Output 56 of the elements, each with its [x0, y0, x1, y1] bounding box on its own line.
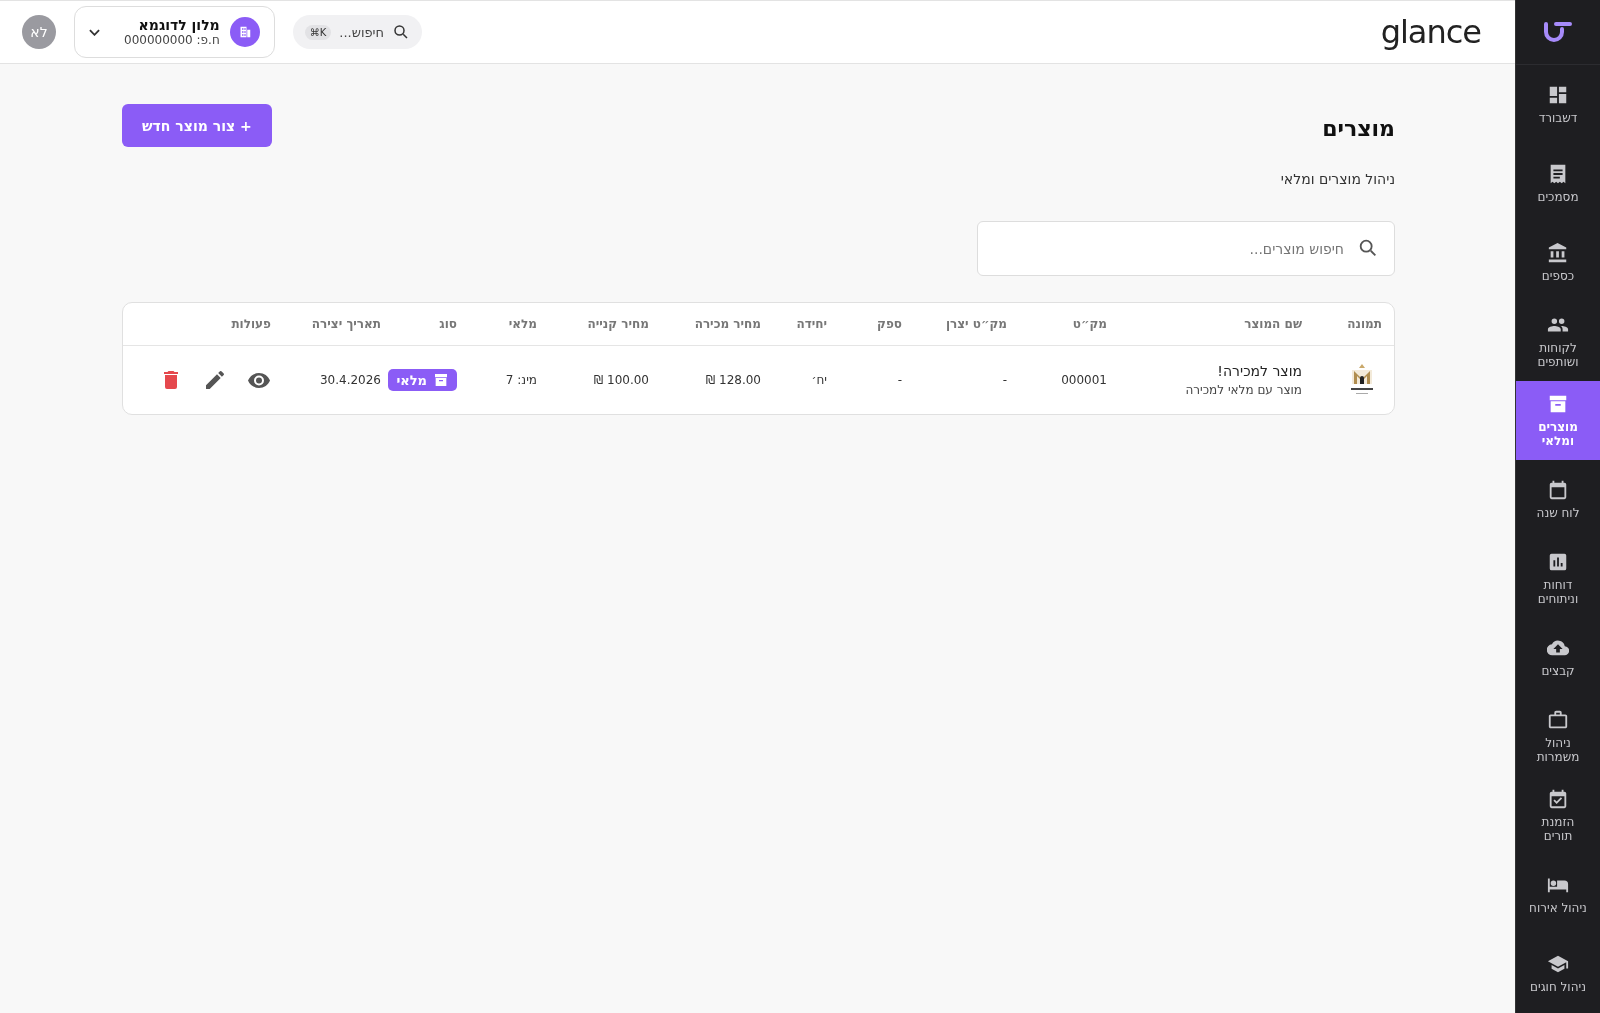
table-cell-text: 30.4.2026	[318, 373, 382, 387]
business-selector[interactable]: מלון לדוגמא ח.פ: 000000000	[74, 6, 275, 58]
column-header: ספק	[876, 317, 903, 331]
column-header: מק״ט	[1071, 317, 1108, 331]
nav-item[interactable]: מוצרים ומלאי	[1516, 381, 1600, 461]
calendar-check-icon	[1547, 787, 1569, 810]
bank-icon	[1547, 241, 1569, 264]
column-header: תאריך יצירה	[310, 317, 382, 331]
nav-item[interactable]: דוחות וניתוחים	[1516, 539, 1600, 619]
nav-item[interactable]: לוח שנה	[1516, 460, 1600, 540]
column-header: פעולות	[230, 317, 272, 331]
logo-icon	[1542, 22, 1574, 43]
logo: glance	[1380, 13, 1481, 51]
table-cell-text: 100.00 ₪	[592, 373, 650, 387]
calendar-icon	[1547, 478, 1569, 501]
table-cell-text: יח׳	[810, 373, 828, 387]
nav-item[interactable]: ניהול משמרות	[1516, 697, 1600, 777]
column-header: שם המוצר	[1243, 317, 1303, 331]
nav-item[interactable]: קבצים	[1516, 618, 1600, 698]
building-icon	[229, 17, 260, 47]
business-name: מלון לדוגמא	[138, 17, 220, 33]
nav-item[interactable]: הזמנת תורים	[1516, 776, 1600, 856]
column-header: מק״ט יצרן	[944, 317, 1008, 331]
table-cell-text: מינ: 7	[504, 373, 538, 387]
column-header: תמונה	[1346, 317, 1383, 331]
page-title: מוצרים	[1321, 116, 1395, 141]
column-header: יחידה	[795, 317, 828, 331]
table-cell-text: 000001	[1060, 373, 1108, 387]
nav-item[interactable]: ניהול אירוח	[1516, 855, 1600, 935]
page-subtitle: ניהול מוצרים ומלאי	[1280, 171, 1395, 187]
table-cell-text: 128.00 ₪	[704, 373, 762, 387]
column-header: מלאי	[507, 317, 538, 331]
chevron-down-icon	[89, 28, 100, 36]
table-cell-text: -	[1001, 373, 1008, 387]
search-icon	[391, 23, 410, 41]
product-description: מוצר עם מלאי למכירה	[1184, 383, 1302, 397]
shortcut-key: ⌘K	[304, 24, 332, 40]
product-name: מוצר למכירה!	[1216, 363, 1302, 379]
nav-item[interactable]: כספים	[1516, 223, 1600, 303]
search-icon	[1357, 237, 1379, 259]
edit-icon[interactable]	[203, 368, 227, 392]
nav-item[interactable]: ניהול חוגים	[1516, 934, 1600, 1013]
business-id: ח.פ: 000000000	[124, 33, 220, 47]
column-header: סוג	[438, 317, 458, 331]
nav-item[interactable]: מסמכים	[1516, 144, 1600, 224]
nav-item[interactable]: לקוחות ושותפים	[1516, 302, 1600, 382]
column-header: מחיר קנייה	[586, 317, 650, 331]
new-product-button[interactable]: + צור מוצר חדש	[122, 104, 272, 147]
table-cell-text: -	[896, 373, 903, 387]
briefcase-icon	[1547, 708, 1569, 731]
archive-icon	[433, 372, 449, 388]
type-tag: מלאי	[388, 369, 457, 391]
column-header: מחיר מכירה	[693, 317, 762, 331]
product-search-field[interactable]: חיפוש מוצרים...	[977, 221, 1395, 276]
nav-item[interactable]: דשבורד	[1516, 65, 1600, 145]
search-placeholder: חיפוש...	[339, 24, 384, 40]
